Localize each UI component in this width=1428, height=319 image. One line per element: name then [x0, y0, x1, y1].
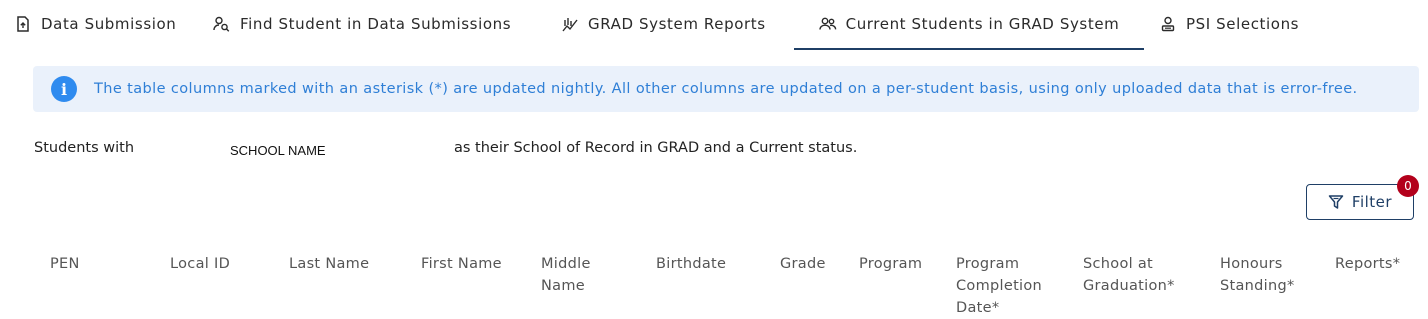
- tab-bar: Data Submission Find Student in Data Sub…: [0, 0, 1428, 50]
- tab-find-student[interactable]: Find Student in Data Submissions: [213, 0, 511, 48]
- upload-file-icon: [14, 15, 32, 33]
- school-line-prefix: Students with: [34, 140, 135, 156]
- filter-icon: [1328, 194, 1344, 210]
- info-icon: i: [51, 76, 77, 102]
- column-header-program[interactable]: Program: [859, 253, 922, 275]
- column-header-grade[interactable]: Grade: [780, 253, 826, 275]
- reports-chart-icon: [561, 15, 579, 33]
- tab-grad-system-reports[interactable]: GRAD System Reports: [561, 0, 766, 48]
- person-badge-icon: [1159, 15, 1177, 33]
- tab-label: Data Submission: [41, 15, 177, 33]
- alert-message: The table columns marked with an asteris…: [94, 81, 1358, 97]
- filter-label: Filter: [1351, 193, 1393, 211]
- column-header-local-id[interactable]: Local ID: [170, 253, 230, 275]
- column-header-honours-standing[interactable]: Honours Standing*: [1220, 253, 1295, 297]
- info-alert: i The table columns marked with an aster…: [33, 66, 1419, 112]
- column-header-program-completion-date[interactable]: Program Completion Date*: [956, 253, 1042, 319]
- school-name: SCHOOL NAME: [230, 143, 326, 158]
- tab-label: Current Students in GRAD System: [845, 15, 1120, 33]
- person-search-icon: [213, 15, 231, 33]
- group-icon: [818, 15, 837, 33]
- column-header-birthdate[interactable]: Birthdate: [656, 253, 726, 275]
- column-header-last-name[interactable]: Last Name: [289, 253, 369, 275]
- column-header-reports[interactable]: Reports*: [1335, 253, 1400, 275]
- filter-count-badge: 0: [1397, 175, 1419, 197]
- tab-current-students[interactable]: Current Students in GRAD System: [794, 0, 1144, 50]
- school-line-suffix: as their School of Record in GRAD and a …: [454, 140, 858, 156]
- tab-label: Find Student in Data Submissions: [240, 15, 512, 33]
- column-header-pen[interactable]: PEN: [50, 253, 80, 275]
- tab-label: GRAD System Reports: [588, 15, 766, 33]
- tab-label: PSI Selections: [1186, 15, 1300, 33]
- column-header-school-at-graduation[interactable]: School at Graduation*: [1083, 253, 1175, 297]
- column-header-first-name[interactable]: First Name: [421, 253, 502, 275]
- column-header-middle-name[interactable]: Middle Name: [541, 253, 591, 297]
- tab-psi-selections[interactable]: PSI Selections: [1159, 0, 1299, 48]
- tab-data-submission[interactable]: Data Submission: [14, 0, 176, 48]
